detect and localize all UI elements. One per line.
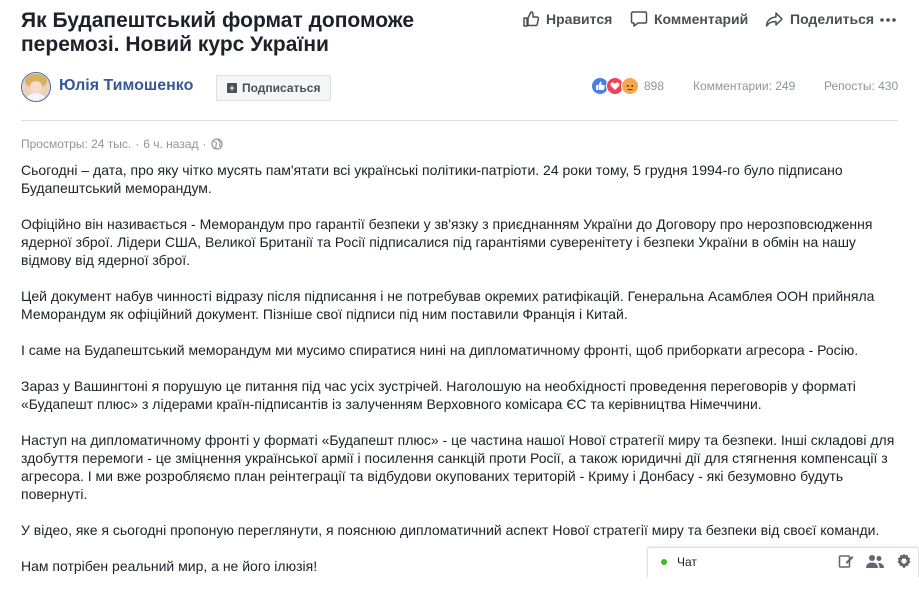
more-options-button[interactable] bbox=[879, 11, 903, 29]
reposts-count[interactable]: Репосты: 430 bbox=[824, 79, 898, 93]
plus-icon: + bbox=[227, 83, 237, 93]
like-button[interactable]: Нравится bbox=[522, 10, 612, 28]
comments-count[interactable]: Комментарии: 249 bbox=[693, 79, 795, 93]
divider bbox=[21, 120, 898, 121]
post-body: Сьогодні – дата, про яку чітко мусять па… bbox=[21, 161, 901, 593]
post-paragraph: Офіційно він називається - Меморандум пр… bbox=[21, 216, 873, 268]
reactions-summary[interactable]: 898 bbox=[591, 77, 664, 95]
globe-icon[interactable] bbox=[210, 138, 223, 150]
chat-label: Чат bbox=[677, 555, 697, 569]
subscribe-label: Подписаться bbox=[242, 81, 321, 95]
share-arrow-icon bbox=[765, 12, 783, 27]
angry-reaction-icon bbox=[621, 77, 639, 95]
post-title: Як Будапештський формат допоможе перемоз… bbox=[21, 9, 415, 56]
speech-bubble-icon bbox=[630, 11, 648, 27]
post-paragraph: Цей документ набув чинності відразу післ… bbox=[21, 288, 875, 322]
separator-dot: · bbox=[135, 137, 140, 151]
post-actions: Нравится Комментарий Поделиться bbox=[520, 10, 919, 32]
compose-icon[interactable] bbox=[838, 553, 854, 574]
post-paragraph: У відео, яке я сьогодні пропоную перегля… bbox=[21, 522, 880, 538]
author-row: Юлія Тимошенко + Подписаться 898 Коммент… bbox=[21, 72, 919, 104]
comment-label: Комментарий bbox=[654, 11, 749, 27]
author-name[interactable]: Юлія Тимошенко bbox=[59, 77, 193, 95]
separator-dot: · bbox=[202, 137, 207, 151]
post-meta: Просмотры: 24 тыс. · 6 ч. назад · bbox=[21, 137, 223, 151]
people-icon[interactable] bbox=[866, 553, 884, 574]
avatar[interactable] bbox=[21, 72, 51, 102]
thumbs-up-icon bbox=[523, 11, 540, 27]
share-button[interactable]: Поделиться bbox=[765, 10, 874, 28]
comment-button[interactable]: Комментарий bbox=[630, 10, 748, 28]
views-count: Просмотры: 24 тыс. bbox=[21, 137, 132, 151]
chat-bar[interactable]: Чат bbox=[647, 547, 919, 577]
reactions-count: 898 bbox=[644, 79, 665, 93]
post-time[interactable]: 6 ч. назад bbox=[143, 137, 198, 151]
gear-icon[interactable] bbox=[896, 553, 912, 574]
more-dots-icon bbox=[880, 18, 896, 22]
online-status-dot bbox=[661, 559, 667, 565]
chat-controls bbox=[826, 553, 912, 574]
subscribe-button[interactable]: + Подписаться bbox=[216, 75, 332, 101]
avatar-image bbox=[22, 73, 50, 101]
post-paragraph: І саме на Будапештський меморандум ми му… bbox=[21, 342, 859, 358]
post-paragraph: Наступ на дипломатичному фронті у формат… bbox=[21, 432, 895, 502]
post-paragraph: Сьогодні – дата, про яку чітко мусять па… bbox=[21, 162, 843, 196]
like-label: Нравится bbox=[546, 11, 613, 27]
share-label: Поделиться bbox=[790, 11, 875, 27]
post-paragraph: Зараз у Вашингтоні я порушую це питання … bbox=[21, 378, 856, 412]
